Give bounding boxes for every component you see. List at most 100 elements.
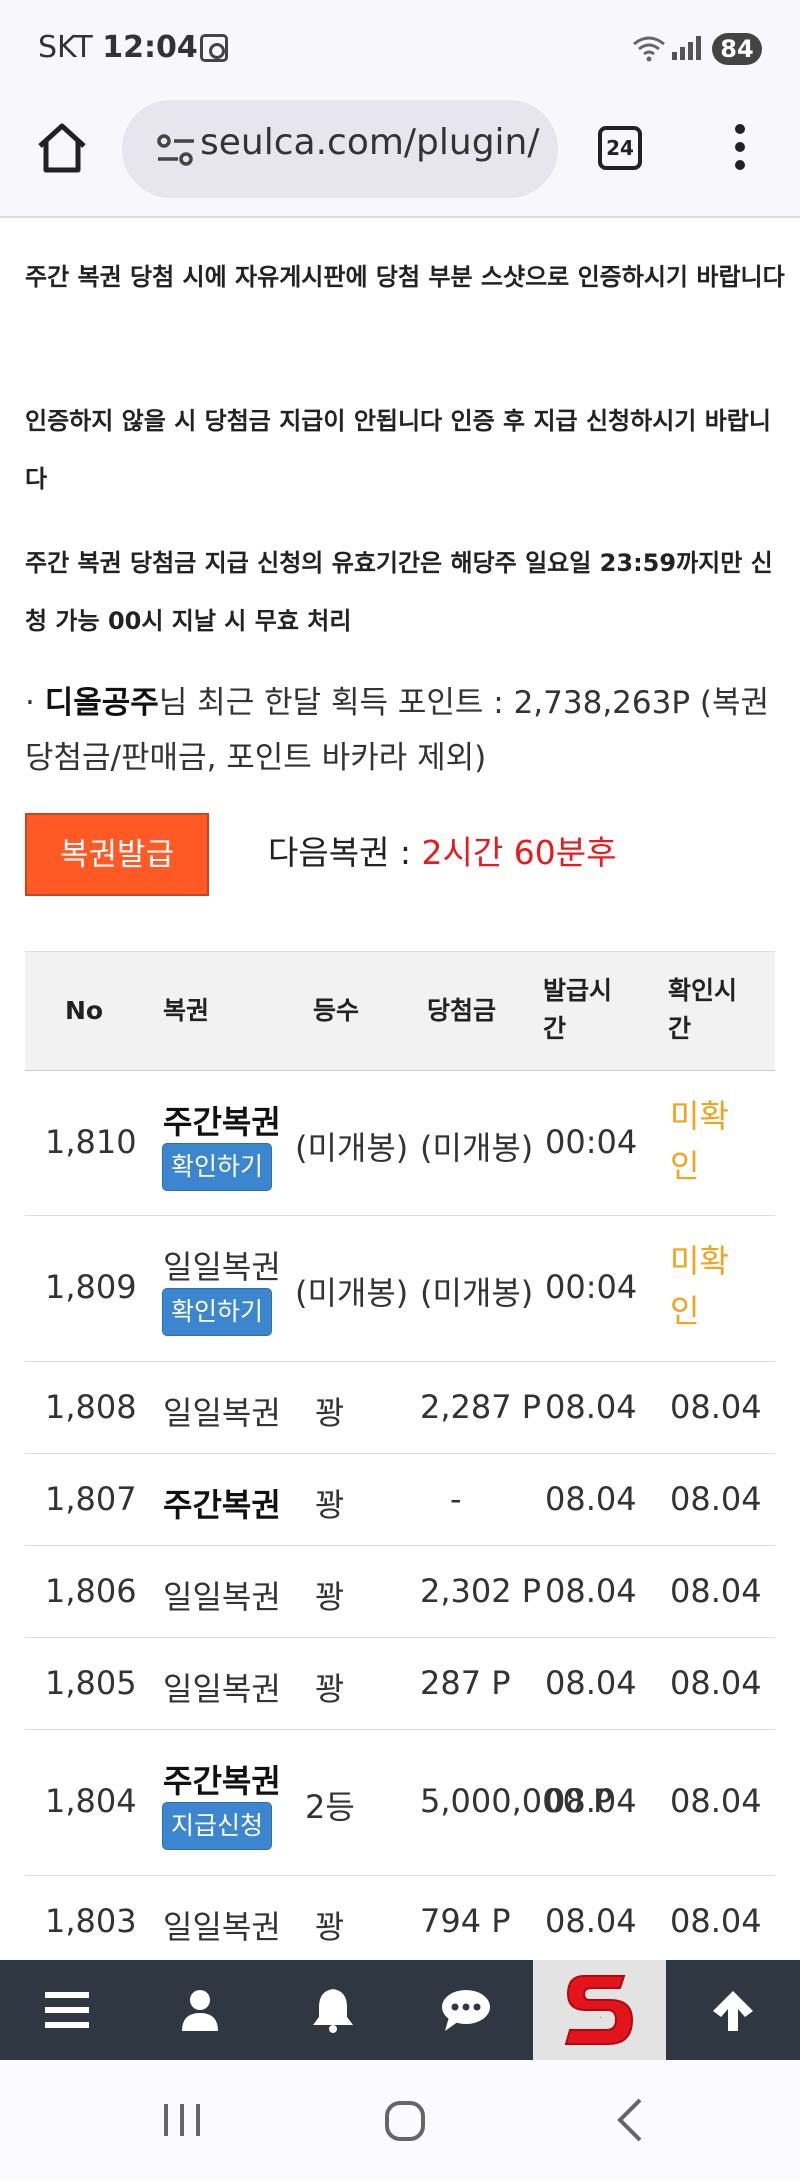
signal-icon — [672, 34, 701, 60]
bullet: · — [25, 685, 35, 721]
table-row: 1,804 주간복권 지급신청 2등 5,000,000 P 08.04 08.… — [25, 1730, 775, 1876]
logo-letter: S — [600, 2017, 602, 2019]
row-rank: 2등 — [305, 1788, 355, 1826]
wifi-icon — [632, 34, 666, 69]
back-icon[interactable] — [614, 2098, 644, 2146]
row-type: 일일복권 — [163, 1578, 281, 1616]
row-no: 1,803 — [45, 1902, 137, 1940]
row-type: 일일복권 — [163, 1670, 281, 1708]
next-lottery: 다음복권 : 2시간 60분후 — [268, 826, 616, 874]
row-checked: 08.04 — [670, 1480, 762, 1518]
clock: 12:04 — [102, 30, 198, 65]
table-row: 1,805 일일복권 꽝 287 P 08.04 08.04 — [25, 1638, 775, 1730]
status-bar: SKT 12:04 84 — [0, 0, 800, 100]
row-type: 주간복권 — [163, 1486, 281, 1524]
chat-icon[interactable] — [399, 1960, 532, 2060]
row-type: 일일복권 — [163, 1394, 281, 1432]
row-prize: 2,302 P — [420, 1572, 542, 1610]
row-prize: - — [450, 1480, 462, 1518]
notice-1: 주간 복권 당첨 시에 자유게시판에 당첨 부분 스샷으로 인증하시기 바랍니다 — [25, 263, 785, 291]
table-row: 1,807 주간복권 꽝 - 08.04 08.04 — [25, 1454, 775, 1546]
claim-prize-button[interactable]: 지급신청 — [162, 1802, 273, 1850]
row-checked: 08.04 — [670, 1664, 762, 1702]
row-rank: 꽝 — [315, 1394, 345, 1432]
row-no: 1,806 — [45, 1572, 137, 1610]
row-issued: 08.04 — [545, 1480, 637, 1518]
home-icon[interactable] — [32, 118, 92, 178]
row-prize: (미개봉) — [420, 1129, 534, 1167]
confirm-button[interactable]: 확인하기 — [162, 1143, 273, 1191]
issue-lottery-button[interactable]: 복권발급 — [25, 813, 209, 896]
row-checked: 08.04 — [670, 1782, 762, 1820]
row-no: 1,804 — [45, 1782, 137, 1820]
row-no: 1,810 — [45, 1123, 137, 1161]
table-row: 1,803 일일복권 꽝 794 P 08.04 08.04 — [25, 1876, 775, 1968]
row-checked: 08.04 — [670, 1572, 762, 1610]
header-checked-time: 확인시간 — [668, 976, 738, 1043]
url-text[interactable]: seulca.com/plugin/ — [200, 122, 540, 163]
status-carrier-time: SKT 12:04 — [38, 30, 198, 65]
row-type: 주간복권 — [163, 1762, 281, 1800]
table-row: 1,806 일일복권 꽝 2,302 P 08.04 08.04 — [25, 1546, 775, 1638]
carrier-label: SKT — [38, 30, 93, 65]
row-no: 1,805 — [45, 1664, 137, 1702]
notice-2: 인증하지 않을 시 당첨금 지급이 안됩니다 인증 후 지급 신청하시기 바랍니… — [25, 407, 771, 493]
row-no: 1,809 — [45, 1268, 137, 1306]
table-row: 1,808 일일복권 꽝 2,287 P 08.04 08.04 — [25, 1362, 775, 1454]
site-logo[interactable]: S — [533, 1960, 666, 2060]
row-checked: 미확인 — [670, 1242, 729, 1330]
next-lottery-label: 다음복권 : — [268, 833, 422, 872]
lottery-table: No 복권 등수 당첨금 발급시간 확인시간 1,810 주간복권 확인하기 (… — [25, 951, 775, 1968]
row-rank: (미개봉) — [295, 1274, 409, 1312]
row-issued: 08.04 — [545, 1902, 637, 1940]
row-issued: 00:04 — [545, 1123, 638, 1161]
row-rank: 꽝 — [315, 1908, 345, 1946]
row-type: 일일복권 — [163, 1248, 281, 1286]
menu-icon[interactable] — [0, 1960, 133, 2060]
header-no: No — [65, 996, 104, 1025]
table-row: 1,810 주간복권 확인하기 (미개봉) (미개봉) 00:04 미확인 — [25, 1071, 775, 1216]
row-no: 1,808 — [45, 1388, 137, 1426]
browser-toolbar: seulca.com/plugin/ 24 — [0, 100, 800, 218]
recent-apps-icon[interactable] — [162, 2100, 202, 2144]
row-prize: (미개봉) — [420, 1274, 534, 1312]
row-issued: 08.04 — [545, 1664, 637, 1702]
site-bottom-nav: S — [0, 1960, 800, 2060]
next-lottery-countdown: 2시간 60분후 — [421, 833, 617, 872]
user-icon[interactable] — [133, 1960, 266, 2060]
row-type: 주간복권 — [163, 1103, 281, 1141]
row-prize: 287 P — [420, 1664, 511, 1702]
header-issued-time: 발급시간 — [543, 976, 613, 1043]
table-header: No 복권 등수 당첨금 발급시간 확인시간 — [25, 951, 775, 1071]
row-type: 일일복권 — [163, 1908, 281, 1946]
monthly-points: · 디올공주님 최근 한달 획득 포인트 : 2,738,263P (복권 당첨… — [25, 676, 780, 786]
system-navigation-bar — [0, 2060, 800, 2180]
row-rank: 꽝 — [315, 1670, 345, 1708]
row-issued: 08.04 — [545, 1782, 637, 1820]
tab-switcher-button[interactable]: 24 — [598, 126, 642, 170]
arrow-up-icon[interactable] — [666, 1960, 799, 2060]
row-prize: 2,287 P — [420, 1388, 542, 1426]
username: 디올공주 — [44, 685, 159, 721]
row-rank: 꽝 — [315, 1486, 345, 1524]
confirm-button[interactable]: 확인하기 — [162, 1288, 273, 1336]
header-lottery: 복권 — [163, 996, 210, 1025]
address-bar[interactable]: seulca.com/plugin/ — [122, 100, 558, 198]
home-nav-icon[interactable] — [384, 2100, 426, 2146]
header-rank: 등수 — [313, 996, 360, 1025]
row-issued: 00:04 — [545, 1268, 638, 1306]
row-rank: 꽝 — [315, 1578, 345, 1616]
row-rank: (미개봉) — [295, 1129, 409, 1167]
row-checked: 08.04 — [670, 1902, 762, 1940]
row-prize: 794 P — [420, 1902, 511, 1940]
row-checked: 08.04 — [670, 1388, 762, 1426]
screen-capture-icon — [200, 34, 228, 62]
row-no: 1,807 — [45, 1480, 137, 1518]
battery-indicator: 84 — [712, 33, 762, 65]
row-issued: 08.04 — [545, 1572, 637, 1610]
site-settings-icon[interactable] — [156, 132, 196, 168]
header-prize: 당첨금 — [427, 996, 497, 1025]
table-row: 1,809 일일복권 확인하기 (미개봉) (미개봉) 00:04 미확인 — [25, 1216, 775, 1362]
bell-icon[interactable] — [266, 1960, 399, 2060]
overflow-menu-icon[interactable] — [730, 124, 750, 174]
